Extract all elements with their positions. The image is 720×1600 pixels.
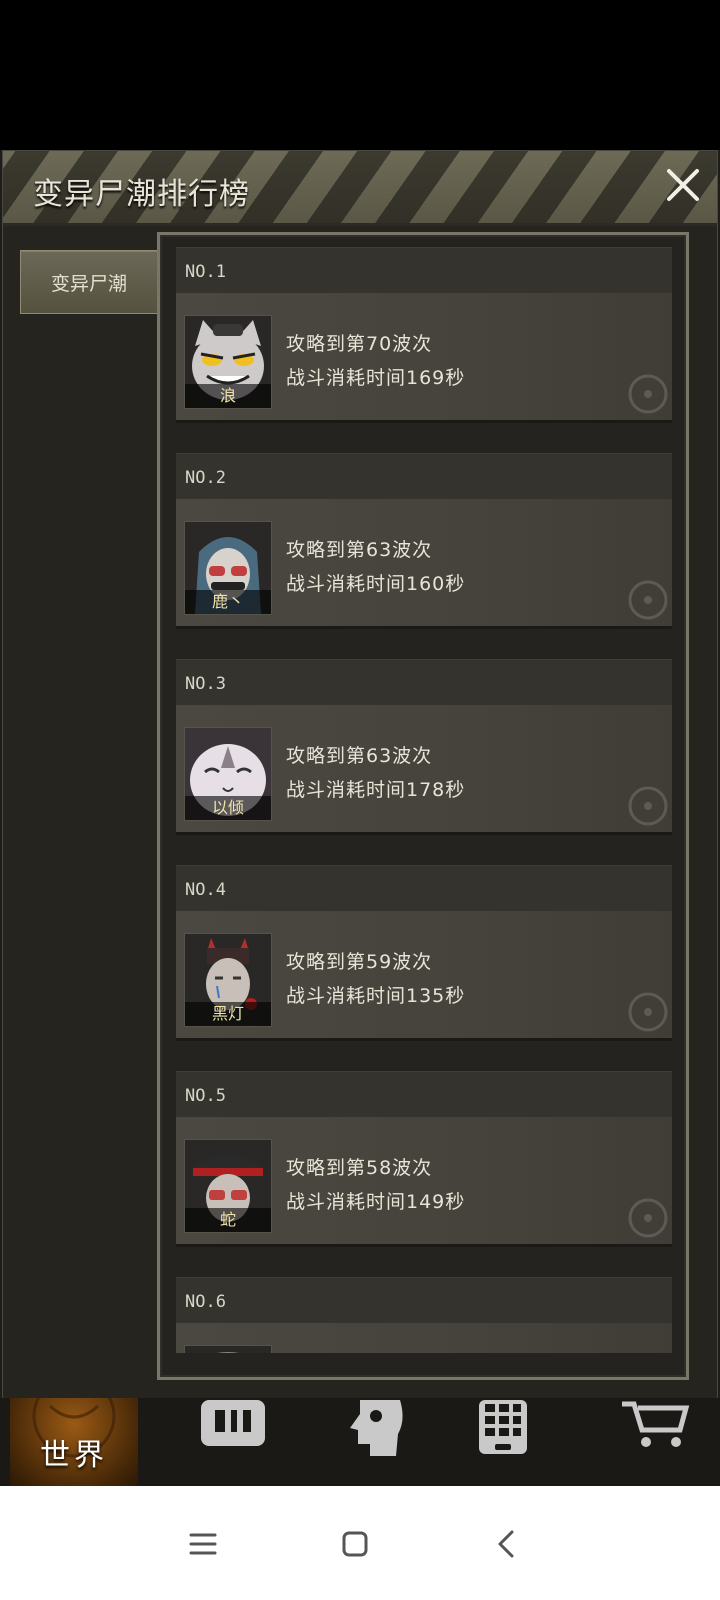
avatar[interactable]: [184, 1345, 272, 1353]
avatar[interactable]: 黑灯: [184, 933, 272, 1027]
ranking-item[interactable]: NO.4 黑灯 攻略到第59波次 战斗消耗时间135秒: [176, 865, 672, 1042]
wave-text: 攻略到第70波次: [286, 333, 433, 355]
rank-number: NO.3: [185, 674, 226, 694]
ranking-item[interactable]: NO.3 以倾 攻略到第63波次 战斗消耗时间178秒: [176, 659, 672, 836]
rank-body: 蛇 攻略到第58波次 战斗消耗时间149秒: [176, 1117, 672, 1247]
nav-phone-button[interactable]: [440, 1398, 570, 1486]
player-name: 蛇: [185, 1208, 271, 1232]
backpack-icon: [201, 1400, 265, 1446]
time-text: 战斗消耗时间169秒: [286, 367, 466, 389]
radiation-watermark-icon: [628, 1198, 668, 1238]
wave-text: 攻略到第59波次: [286, 951, 433, 973]
head-icon: [350, 1400, 403, 1456]
radiation-watermark-icon: [628, 374, 668, 414]
ranking-item[interactable]: NO.2 鹿丶 攻略到第63波次 战斗消耗时间160秒: [176, 453, 672, 630]
avatar[interactable]: 浪: [184, 315, 272, 409]
rank-number: NO.4: [185, 880, 226, 900]
rank-number: NO.5: [185, 1086, 226, 1106]
radiation-watermark-icon: [628, 580, 668, 620]
rank-header: NO.2: [176, 453, 672, 500]
ranking-list[interactable]: NO.1 浪 攻略到第70波次 战斗消耗时间169秒 NO.2 鹿丶 攻略到第6…: [176, 247, 672, 1353]
time-text: 战斗消耗时间178秒: [286, 779, 466, 801]
rank-header: NO.6: [176, 1277, 672, 1324]
dialog-title: 变异尸潮排行榜: [33, 177, 250, 212]
rank-body: 鹿丶 攻略到第63波次 战斗消耗时间160秒: [176, 499, 672, 629]
rank-body: 黑灯 攻略到第59波次 战斗消耗时间135秒: [176, 911, 672, 1041]
menu-icon[interactable]: [183, 1524, 223, 1564]
time-text: 战斗消耗时间135秒: [286, 985, 466, 1007]
radiation-watermark-icon: [628, 992, 668, 1032]
player-name: 鹿丶: [185, 590, 271, 614]
player-name: 浪: [185, 384, 271, 408]
nav-character-button[interactable]: [305, 1398, 435, 1486]
avatar-icon: [185, 1346, 271, 1353]
wave-text: 攻略到第58波次: [286, 1157, 433, 1179]
player-name: 黑灯: [185, 1002, 271, 1026]
game-bottom-nav: 世界: [0, 1398, 720, 1486]
home-icon[interactable]: [335, 1524, 375, 1564]
rank-header: NO.1: [176, 247, 672, 294]
back-icon[interactable]: [487, 1524, 527, 1564]
avatar[interactable]: 鹿丶: [184, 521, 272, 615]
nav-backpack-button[interactable]: [160, 1398, 290, 1486]
nav-shop-button[interactable]: [585, 1398, 715, 1486]
rank-number: NO.6: [185, 1292, 226, 1312]
system-nav-bar: [0, 1486, 720, 1600]
status-area: [0, 0, 720, 150]
ranking-item[interactable]: NO.5 蛇 攻略到第58波次 战斗消耗时间149秒: [176, 1071, 672, 1248]
ranking-item[interactable]: NO.6: [176, 1277, 672, 1353]
rank-header: NO.3: [176, 659, 672, 706]
phone-icon: [479, 1400, 527, 1454]
time-text: 战斗消耗时间160秒: [286, 573, 466, 595]
avatar[interactable]: 以倾: [184, 727, 272, 821]
rank-number: NO.2: [185, 468, 226, 488]
rank-body: [176, 1323, 672, 1353]
rank-header: NO.4: [176, 865, 672, 912]
avatar[interactable]: 蛇: [184, 1139, 272, 1233]
tab-mutant-zombie-tide[interactable]: 变异尸潮: [20, 250, 158, 314]
time-text: 战斗消耗时间149秒: [286, 1191, 466, 1213]
wave-text: 攻略到第63波次: [286, 745, 433, 767]
nav-world-button[interactable]: 世界: [10, 1398, 138, 1486]
radiation-watermark-icon: [628, 786, 668, 826]
cart-icon: [622, 1401, 690, 1447]
rank-header: NO.5: [176, 1071, 672, 1118]
close-icon[interactable]: [663, 165, 703, 205]
rank-number: NO.1: [185, 262, 226, 282]
dialog-header: 变异尸潮排行榜: [3, 151, 717, 226]
rank-body: 以倾 攻略到第63波次 战斗消耗时间178秒: [176, 705, 672, 835]
wave-text: 攻略到第63波次: [286, 539, 433, 561]
player-name: 以倾: [185, 796, 271, 820]
nav-world-label: 世界: [40, 1438, 108, 1473]
ranking-item[interactable]: NO.1 浪 攻略到第70波次 战斗消耗时间169秒: [176, 247, 672, 424]
rank-body: 浪 攻略到第70波次 战斗消耗时间169秒: [176, 293, 672, 423]
